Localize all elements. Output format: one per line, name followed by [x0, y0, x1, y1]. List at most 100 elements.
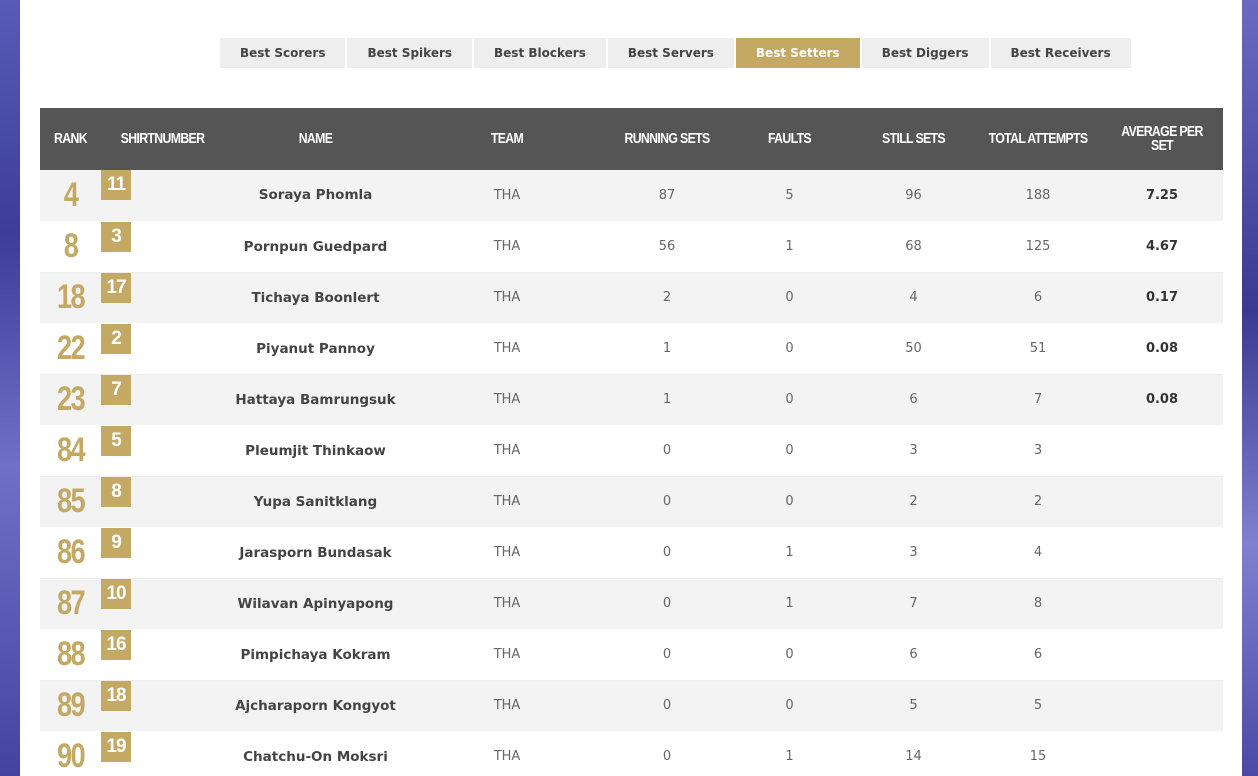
tab-best-servers[interactable]: Best Servers — [607, 38, 734, 68]
name-cell: Yupa Sanitklang — [253, 493, 378, 510]
total-attempts-cell: 6 — [1033, 647, 1043, 662]
still-sets-cell: 6 — [909, 392, 918, 407]
rank-cell: 4 — [63, 175, 79, 214]
still-sets-cell: 5 — [909, 698, 918, 713]
shirt-number-badge: 17 — [101, 272, 131, 303]
shirt-number-badge: 18 — [101, 680, 131, 711]
total-attempts-cell: 188 — [1025, 187, 1051, 203]
average-cell: 0.17 — [1145, 290, 1179, 305]
column-header-name: NAME — [298, 130, 333, 147]
rank-cell: 22 — [56, 329, 86, 367]
shirt-number-badge: 9 — [101, 527, 131, 558]
setters-table-wrapper: RANK SHIRTNUMBER NAME TEAM RUNNING SETS FAULT… — [40, 108, 1223, 776]
team-cell: THA — [493, 647, 521, 662]
still-sets-cell: 3 — [909, 443, 918, 458]
running-sets-cell: 1 — [662, 392, 672, 407]
table-header-row: RANK SHIRTNUMBER NAME TEAM RUNNING SETS FAULT… — [40, 108, 1223, 170]
shirt-number-badge: 3 — [101, 221, 131, 252]
column-header-faults: FAULTS — [768, 130, 812, 147]
still-sets-cell: 3 — [909, 545, 918, 560]
faults-cell: 0 — [785, 698, 794, 713]
still-sets-cell: 50 — [905, 341, 922, 356]
shirt-cell: 2 — [101, 323, 131, 354]
total-attempts-cell: 4 — [1033, 545, 1043, 560]
shirt-number-badge: 16 — [101, 629, 131, 660]
team-cell: THA — [493, 443, 521, 458]
name-cell: Chatchu-On Moksri — [243, 748, 388, 765]
stats-tabs: Best Scorers Best Spikers Best Blockers Bes… — [220, 38, 1131, 68]
rank-cell: 87 — [56, 584, 86, 622]
table-row: 90 19 Chatchu-On Moksri THA 0 1 14 15 — [40, 731, 1223, 776]
tab-best-diggers[interactable]: Best Diggers — [861, 38, 989, 68]
shirt-cell: 17 — [101, 272, 131, 303]
column-header-still-sets: STILL SETS — [882, 130, 946, 147]
shirt-number-badge: 2 — [101, 323, 131, 354]
running-sets-cell: 0 — [662, 698, 672, 713]
shirt-cell: 7 — [101, 374, 131, 405]
team-cell: THA — [493, 187, 521, 203]
total-attempts-cell: 5 — [1033, 698, 1043, 713]
table-row: 86 9 Jarasporn Bundasak THA 0 1 3 4 — [40, 527, 1223, 578]
rank-cell: 86 — [56, 533, 86, 571]
still-sets-cell: 96 — [905, 187, 922, 203]
name-cell: Ajcharaporn Kongyot — [235, 697, 396, 714]
running-sets-cell: 1 — [662, 341, 672, 356]
rank-cell: 85 — [56, 482, 86, 520]
table-row: 85 8 Yupa Sanitklang THA 0 0 2 2 — [40, 476, 1223, 527]
column-header-average-per-set: AVERAGE PER SET — [1121, 123, 1203, 154]
stats-panel: Best Scorers Best Spikers Best Blockers Bes… — [20, 0, 1242, 776]
tab-best-scorers[interactable]: Best Scorers — [220, 38, 346, 68]
shirt-cell: 10 — [101, 578, 131, 609]
still-sets-cell: 6 — [909, 647, 918, 662]
running-sets-cell: 56 — [658, 239, 676, 254]
faults-cell: 0 — [785, 290, 794, 305]
shirt-cell: 8 — [101, 476, 131, 507]
name-cell: Piyanut Pannoy — [256, 340, 375, 357]
faults-cell: 0 — [785, 647, 794, 662]
average-cell — [1101, 629, 1223, 680]
average-cell — [1101, 680, 1223, 731]
still-sets-cell: 7 — [909, 596, 918, 611]
total-attempts-cell: 2 — [1033, 494, 1043, 509]
tab-best-setters[interactable]: Best Setters — [735, 38, 860, 68]
total-attempts-cell: 51 — [1029, 341, 1047, 356]
background-right — [1242, 0, 1258, 776]
running-sets-cell: 2 — [662, 290, 672, 305]
table-row: 8 3 Pornpun Guedpard THA 56 1 68 125 4.67 — [40, 221, 1223, 272]
still-sets-cell: 68 — [905, 239, 922, 254]
average-cell: 4.67 — [1145, 239, 1179, 254]
still-sets-cell: 4 — [909, 290, 918, 305]
average-cell: 7.25 — [1145, 187, 1179, 203]
team-cell: THA — [493, 749, 521, 764]
faults-cell: 0 — [785, 341, 794, 356]
shirt-cell: 19 — [101, 731, 131, 762]
total-attempts-cell: 3 — [1033, 443, 1043, 458]
running-sets-cell: 0 — [662, 545, 672, 560]
still-sets-cell: 14 — [905, 749, 922, 764]
total-attempts-cell: 6 — [1033, 290, 1043, 305]
shirt-number-badge: 19 — [101, 731, 131, 762]
name-cell: Pimpichaya Kokram — [240, 646, 391, 663]
running-sets-cell: 0 — [662, 494, 672, 509]
column-header-total-attempts: TOTAL ATTEMPTS — [988, 130, 1088, 147]
column-header-shirtnumber: SHIRTNUMBER — [120, 130, 205, 147]
table-row: 87 10 Wilavan Apinyapong THA 0 1 7 8 — [40, 578, 1223, 629]
column-header-rank: RANK — [54, 130, 88, 147]
tab-best-receivers[interactable]: Best Receivers — [990, 38, 1131, 68]
still-sets-cell: 2 — [909, 494, 918, 509]
average-cell — [1101, 527, 1223, 578]
total-attempts-cell: 125 — [1025, 239, 1051, 254]
table-row: 22 2 Piyanut Pannoy THA 1 0 50 51 0.08 — [40, 323, 1223, 374]
rank-cell: 89 — [56, 686, 86, 724]
tab-best-blockers[interactable]: Best Blockers — [474, 38, 606, 68]
rank-cell: 8 — [63, 227, 79, 265]
average-cell: 0.08 — [1145, 392, 1179, 407]
tab-best-spikers[interactable]: Best Spikers — [347, 38, 473, 68]
name-cell: Jarasporn Bundasak — [239, 544, 392, 561]
shirt-cell: 16 — [101, 629, 131, 660]
team-cell: THA — [493, 341, 521, 356]
faults-cell: 5 — [785, 187, 794, 203]
rank-cell: 84 — [56, 431, 86, 469]
shirt-cell: 18 — [101, 680, 131, 711]
running-sets-cell: 0 — [662, 749, 672, 764]
